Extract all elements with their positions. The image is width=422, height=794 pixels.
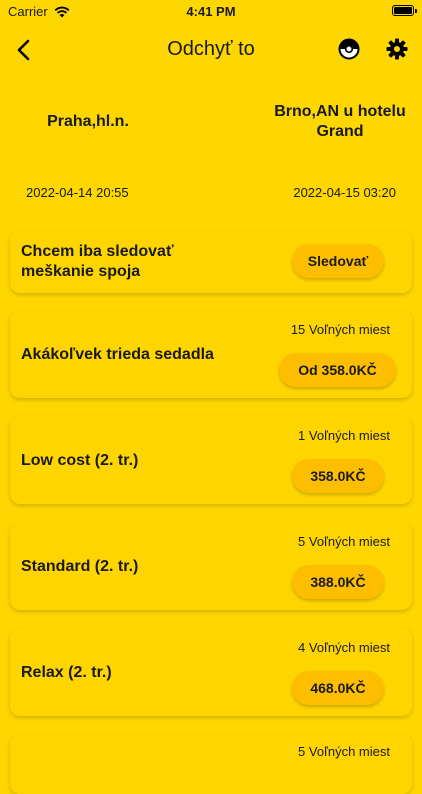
price-button[interactable]: 468.0KČ — [292, 671, 384, 705]
price-button[interactable]: Od 358.0KČ — [279, 353, 396, 387]
price-button[interactable]: 388.0KČ — [292, 565, 384, 599]
track-delay-card: Chcem iba sledovať meškanie spoja Sledov… — [10, 231, 412, 293]
class-name: Standard (2. tr.) — [21, 558, 139, 575]
departure-time: 2022-04-14 20:55 — [26, 185, 129, 200]
arrival-station: Brno,AN u hotelu Grand — [274, 103, 406, 140]
class-card[interactable]: 5 Voľných miest Standard (2. tr.) 388.0K… — [10, 522, 412, 610]
class-card[interactable]: 5 Voľných miest — [10, 734, 412, 794]
status-bar: Carrier 4:41 PM — [0, 0, 422, 24]
nav-bar: Odchyť to — [0, 30, 422, 70]
seats-available: 5 Voľných miest — [298, 744, 390, 759]
class-card[interactable]: 15 Voľných miest Akákoľvek trieda sedadl… — [10, 310, 412, 398]
class-card[interactable]: 1 Voľných miest Low cost (2. tr.) 358.0K… — [10, 416, 412, 504]
pokeball-icon — [338, 38, 360, 60]
seats-available: 15 Voľných miest — [290, 322, 390, 337]
class-name: Relax (2. tr.) — [21, 664, 112, 681]
gear-icon — [386, 38, 408, 60]
seats-available: 5 Voľných miest — [298, 534, 390, 549]
settings-button[interactable] — [386, 38, 408, 60]
class-name: Akákoľvek trieda sedadla — [21, 346, 214, 363]
track-button[interactable]: Sledovať — [292, 244, 384, 278]
class-card[interactable]: 4 Voľných miest Relax (2. tr.) 468.0KČ — [10, 628, 412, 716]
departure-station: Praha,hl.n. — [47, 113, 129, 130]
seats-available: 1 Voľných miest — [298, 428, 390, 443]
seats-available: 4 Voľných miest — [298, 640, 390, 655]
class-name: Low cost (2. tr.) — [21, 452, 139, 469]
arrival-time: 2022-04-15 03:20 — [293, 185, 396, 200]
pokeball-button[interactable] — [338, 38, 360, 60]
battery-icon — [392, 5, 417, 16]
price-button[interactable]: 358.0KČ — [292, 459, 384, 493]
status-time: 4:41 PM — [186, 4, 236, 19]
track-delay-label: Chcem iba sledovať meškanie spoja — [21, 243, 174, 280]
